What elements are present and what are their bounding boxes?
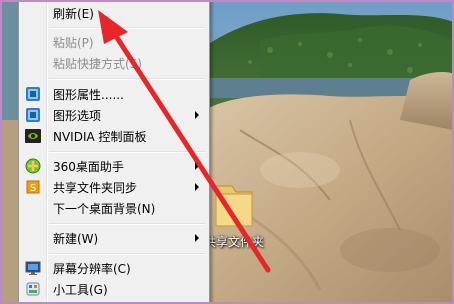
menu-separator	[49, 27, 205, 29]
menu-separator	[49, 223, 205, 225]
menu-item-label: 图形选项	[53, 108, 102, 123]
gadgets-icon	[26, 282, 40, 296]
menu-item-360-desktop-helper[interactable]: 360桌面助手	[21, 155, 207, 177]
360-icon	[25, 158, 41, 174]
menu-item-graphics-options[interactable]: 图形选项	[21, 104, 207, 126]
svg-text:S: S	[30, 183, 36, 194]
menu-item-new[interactable]: 新建(W)	[21, 227, 207, 249]
menu-item-paste[interactable]: 粘贴(P)	[21, 31, 207, 53]
menu-item-next-desktop-background[interactable]: 下一个桌面背景(N)	[21, 197, 207, 219]
monitor-icon	[25, 261, 41, 275]
submenu-arrow-icon	[195, 234, 199, 242]
menu-separator	[49, 253, 205, 255]
desktop-folder-label[interactable]: 共享文件夹	[204, 233, 270, 250]
menu-item-gadgets[interactable]: 小工具(G)	[21, 278, 207, 300]
menu-item-label: 粘贴(P)	[53, 35, 94, 50]
desktop-context-menu: 刷新(E) 粘贴(P) 粘贴快捷方式(S) 图形属性...... 图形选项 NV…	[18, 0, 210, 304]
menu-item-label: NVIDIA 控制面板	[53, 129, 147, 144]
menu-item-label: 刷新(E)	[53, 6, 94, 21]
intel-graphics-icon	[26, 108, 40, 122]
menu-item-graphics-properties[interactable]: 图形属性......	[21, 83, 207, 105]
menu-item-refresh[interactable]: 刷新(E)	[21, 2, 207, 24]
menu-item-label: 下一个桌面背景(N)	[53, 201, 156, 216]
nvidia-icon	[25, 129, 41, 143]
menu-item-label: 360桌面助手	[53, 159, 124, 174]
submenu-arrow-icon	[195, 162, 199, 170]
submenu-arrow-icon	[195, 111, 199, 119]
menu-item-label: 屏幕分辨率(C)	[53, 261, 131, 276]
menu-item-label: 小工具(G)	[53, 282, 108, 297]
intel-graphics-icon	[26, 87, 40, 101]
menu-item-screen-resolution[interactable]: 屏幕分辨率(C)	[21, 257, 207, 279]
menu-item-label: 共享文件夹同步	[53, 180, 138, 195]
menu-separator	[49, 78, 205, 80]
submenu-arrow-icon	[195, 183, 199, 191]
sync-icon: S	[26, 180, 40, 194]
menu-item-paste-shortcut[interactable]: 粘贴快捷方式(S)	[21, 52, 207, 74]
desktop-screen: 共享文件夹 刷新(E) 粘贴(P) 粘贴快捷方式(S) 图形属性...... 图…	[0, 0, 454, 304]
menu-item-label: 新建(W)	[53, 231, 99, 246]
menu-separator	[49, 151, 205, 153]
menu-item-shared-folder-sync[interactable]: S 共享文件夹同步	[21, 176, 207, 198]
menu-item-label: 粘贴快捷方式(S)	[53, 56, 142, 71]
menu-item-nvidia-control-panel[interactable]: NVIDIA 控制面板	[21, 125, 207, 147]
menu-item-label: 图形属性......	[53, 87, 124, 102]
